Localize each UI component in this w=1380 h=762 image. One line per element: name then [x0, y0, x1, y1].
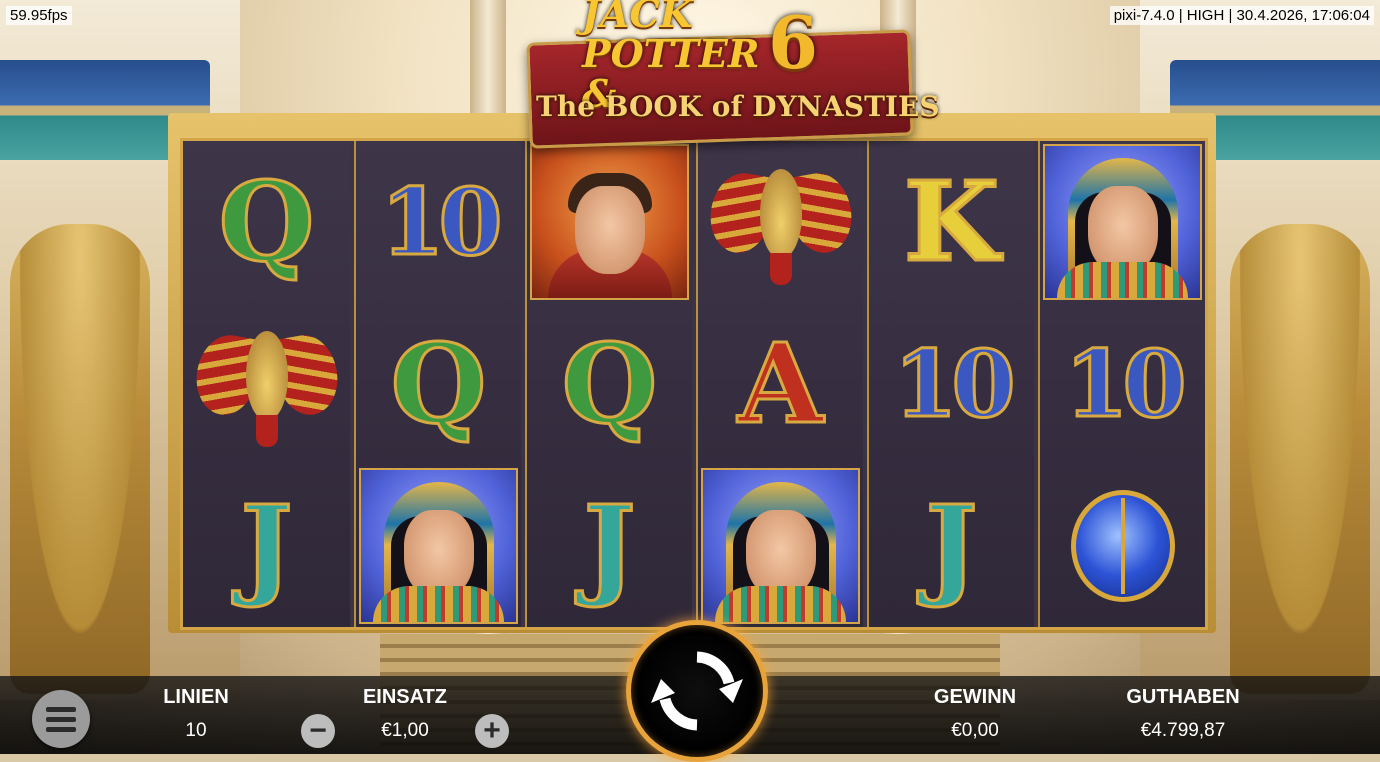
symbol-q: Q [356, 303, 521, 465]
reel-1: QJ [183, 141, 350, 627]
hamburger-icon [46, 706, 76, 712]
symbol-j: J [527, 465, 692, 627]
fps-counter: 59.95fps [6, 6, 72, 25]
balance-label: GUTHABEN [1126, 686, 1240, 708]
symbol-a: A [698, 303, 863, 465]
horus-statue [10, 224, 150, 694]
blue-scarab-icon [1053, 476, 1193, 616]
symbol-letter: Q [560, 319, 659, 448]
lines-value: 10 [185, 720, 207, 741]
winged-scarab-icon [704, 159, 857, 285]
logo-subtitle: The BOOK of DYNASTIES [536, 90, 940, 123]
balance-value: €4.799,87 [1140, 720, 1226, 741]
symbol-k: K [869, 141, 1034, 303]
symbol-queen [1040, 141, 1205, 303]
logo-title-line1: JACK [582, 0, 693, 36]
reel-6: 10 [1038, 141, 1205, 627]
symbol-queen [698, 465, 863, 627]
reel-grid: Q J 10 Q Q J A K 10 J 10 [180, 138, 1208, 630]
win-value: €0,00 [951, 720, 999, 741]
symbol-j: J [869, 465, 1034, 627]
symbol-10: 10 [356, 141, 521, 303]
reel-2: 10 Q [354, 141, 521, 627]
symbol-hero [527, 141, 692, 303]
symbol-10: 10 [869, 303, 1034, 465]
bet-increase-button[interactable]: + [475, 714, 509, 748]
symbol-letter: K [902, 157, 1001, 286]
hamburger-icon [46, 716, 76, 722]
symbol-letter: 10 [1063, 330, 1188, 438]
symbol-letter: J [582, 481, 637, 610]
symbol-q: Q [183, 141, 350, 303]
bet-decrease-button[interactable]: − [301, 714, 335, 748]
symbol-j: J [183, 465, 350, 627]
hamburger-icon [46, 726, 76, 732]
lines-label: LINIEN [163, 686, 229, 708]
spin-button[interactable] [626, 620, 768, 762]
spin-arrows-icon [651, 651, 743, 731]
winged-scarab-icon [190, 321, 343, 447]
queen-portrait-icon [359, 468, 518, 624]
menu-button[interactable] [32, 690, 90, 748]
symbol-10: 10 [1040, 303, 1205, 465]
anubis-statue [1230, 224, 1370, 694]
queen-portrait-icon [1043, 144, 1202, 300]
symbol-letter: J [239, 481, 294, 610]
reel-3: QJ [525, 141, 692, 627]
symbol-letter: J [924, 481, 979, 610]
game-logo: JACK POTTER & 6 The BOOK of DYNASTIES [526, 0, 940, 149]
queen-portrait-icon [701, 468, 860, 624]
symbol-letter: Q [217, 157, 316, 286]
symbol-scarab [698, 141, 863, 303]
symbol-blue-scarab [1040, 465, 1205, 627]
logo-number: 6 [768, 0, 819, 85]
symbol-scarab [183, 303, 350, 465]
reel-4: A [696, 141, 863, 627]
build-info: pixi-7.4.0 | HIGH | 30.4.2026, 17:06:04 [1109, 6, 1374, 25]
win-label: GEWINN [933, 686, 1017, 708]
symbol-queen [356, 465, 521, 627]
symbol-letter: 10 [892, 330, 1017, 438]
bet-label: EINSATZ [362, 686, 448, 708]
symbol-q: Q [527, 303, 692, 465]
symbol-letter: 10 [379, 168, 504, 276]
symbol-letter: A [736, 319, 824, 448]
reel-5: K 10 J [867, 141, 1034, 627]
bet-value: €1,00 [381, 720, 429, 741]
symbol-letter: Q [389, 319, 488, 448]
jack-potter-portrait-icon [530, 144, 689, 300]
